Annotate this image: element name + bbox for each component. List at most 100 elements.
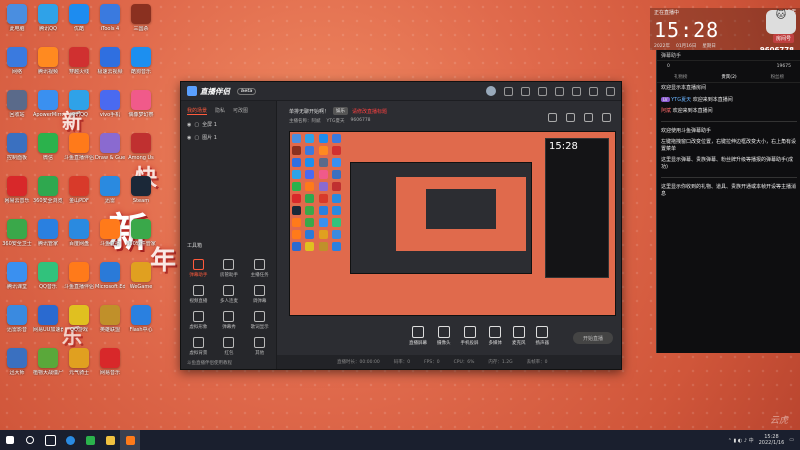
layout-icon[interactable] bbox=[584, 113, 593, 122]
desktop-icon[interactable]: 穿越火线 bbox=[64, 47, 94, 75]
start-stream-button[interactable]: 开始直播 bbox=[573, 332, 613, 344]
source-item[interactable]: ◉ ▢ 图片 1 bbox=[181, 131, 276, 144]
desktop-icon[interactable]: 斗鱼直播伴侣 bbox=[64, 262, 94, 290]
desktop-icon[interactable]: Flash中心 bbox=[126, 305, 156, 333]
desktop-icon[interactable]: 网易UU加速器 bbox=[33, 305, 63, 333]
desktop-icon[interactable]: WeGame bbox=[126, 262, 156, 290]
tab-vip[interactable]: 贵宾(2) bbox=[721, 74, 736, 80]
tool-item[interactable]: 弹幕助手 bbox=[183, 259, 214, 278]
taskbar-edge[interactable] bbox=[60, 430, 80, 450]
eye-icon[interactable]: ◉ bbox=[187, 122, 191, 128]
desktop-icon[interactable]: 此电脑 bbox=[2, 4, 32, 32]
menu-icon[interactable] bbox=[555, 86, 564, 96]
speaker-button[interactable]: 扬声器 bbox=[536, 326, 549, 346]
desktop-icon[interactable]: Among Us bbox=[126, 133, 156, 161]
media-source-button[interactable]: 多媒体 bbox=[489, 326, 502, 346]
skin-icon[interactable] bbox=[521, 86, 530, 96]
desktop-icon[interactable]: 植物大战僵尸 bbox=[33, 348, 63, 376]
desktop-icon[interactable]: ApowerMirror bbox=[33, 90, 63, 118]
tab-my-scene[interactable]: 我的场景 bbox=[187, 107, 208, 115]
desktop-icon[interactable]: 微信 bbox=[33, 133, 63, 161]
desktop-icon[interactable]: 网络 bbox=[2, 47, 32, 75]
desktop-icon[interactable]: 优酷 bbox=[64, 4, 94, 32]
tutorial-link[interactable]: 斗鱼直播伴侣使用教程 bbox=[187, 360, 232, 366]
desktop-icon[interactable]: 网易云音乐 bbox=[2, 176, 32, 204]
desktop-icon[interactable]: 腾讯QQ bbox=[33, 4, 63, 32]
desktop-icon[interactable]: 腾讯课堂 bbox=[2, 262, 32, 290]
phone-cast-button[interactable]: 手机投屏 bbox=[461, 326, 479, 346]
taskbar-wechat[interactable] bbox=[80, 430, 100, 450]
desktop-icon[interactable]: 腾讯视频 bbox=[33, 47, 63, 75]
desktop-icon[interactable]: QQ游戏 bbox=[64, 305, 94, 333]
desktop-icon[interactable]: 极速云视频 bbox=[95, 47, 125, 75]
desktop-icon[interactable]: 360安全浏览器 bbox=[33, 176, 63, 204]
room-title[interactable]: 单排无聊开始啊！ bbox=[289, 108, 329, 115]
tool-item[interactable]: 主播任务 bbox=[244, 259, 275, 278]
tool-item[interactable]: 视频直播 bbox=[183, 285, 214, 304]
tool-item[interactable]: 调弹幕 bbox=[244, 285, 275, 304]
tab-gift-rank[interactable]: 礼物榜 bbox=[674, 74, 688, 80]
desktop-icon[interactable]: 腾讯QQ bbox=[64, 90, 94, 118]
tab-privacy[interactable]: 隐私 bbox=[215, 107, 225, 115]
screenshot-icon[interactable] bbox=[566, 113, 575, 122]
desktop-icon[interactable]: Draw & Guess bbox=[95, 133, 125, 161]
minimize-icon[interactable] bbox=[572, 86, 581, 96]
tab-editable[interactable]: 可改图 bbox=[233, 107, 248, 115]
desktop-icon[interactable]: 英雄联盟 bbox=[95, 305, 125, 333]
close-icon[interactable] bbox=[606, 86, 615, 96]
user-name[interactable]: YTG夏天 bbox=[671, 97, 693, 103]
room-status[interactable]: 请修改直播标题 bbox=[352, 108, 387, 115]
lock-icon[interactable]: ▢ bbox=[194, 122, 199, 128]
maximize-icon[interactable] bbox=[589, 86, 598, 96]
microphone-button[interactable]: 麦克风 bbox=[512, 326, 526, 346]
desktop-icon[interactable]: 元气骑士 bbox=[64, 348, 94, 376]
tool-item[interactable]: 弹幕秀 bbox=[214, 311, 245, 330]
desktop-icon[interactable]: 控制面板 bbox=[2, 133, 32, 161]
screen-source-button[interactable]: 直播屏幕 bbox=[409, 326, 427, 346]
desktop-icon[interactable]: 回收站 bbox=[2, 90, 32, 118]
tab-fan-rank[interactable]: 粉丝榜 bbox=[771, 74, 785, 80]
tool-item[interactable]: 虚拟形象 bbox=[183, 311, 214, 330]
settings-icon[interactable] bbox=[538, 86, 547, 96]
desktop-icon[interactable]: 金山PDF bbox=[64, 176, 94, 204]
tool-item[interactable]: 歌词显示 bbox=[244, 311, 275, 330]
desktop-icon[interactable]: Steam bbox=[126, 176, 156, 204]
start-button[interactable] bbox=[0, 430, 20, 450]
tool-item[interactable]: 其他 bbox=[244, 337, 275, 356]
desktop-icon[interactable]: 斗鱼直播伴侣 bbox=[64, 133, 94, 161]
user-name[interactable]: 阿斌 bbox=[661, 108, 673, 114]
desktop-icon[interactable]: 偶像梦幻祭 bbox=[126, 90, 156, 118]
desktop-icon[interactable]: 网易音乐 bbox=[95, 348, 125, 376]
source-item[interactable]: ◉ ▢ 全屏 1 bbox=[181, 118, 276, 131]
search-button[interactable] bbox=[20, 430, 40, 450]
desktop-icon[interactable]: 三国杀 bbox=[126, 4, 156, 32]
avatar[interactable] bbox=[486, 86, 496, 96]
desktop-icon[interactable]: 腾讯管家 bbox=[33, 219, 63, 247]
room-category-tag[interactable]: 娱乐 bbox=[333, 107, 349, 115]
camera-source-button[interactable]: 摄像头 bbox=[437, 326, 451, 346]
tool-item[interactable]: 红包 bbox=[214, 337, 245, 356]
eye-icon[interactable]: ◉ bbox=[187, 135, 191, 141]
desktop-icon[interactable]: 360软件管家 bbox=[126, 219, 156, 247]
desktop-icon[interactable]: vivo手机 bbox=[95, 90, 125, 118]
desktop-icon[interactable]: 迅大师 bbox=[2, 348, 32, 376]
desktop-icon[interactable]: Microsoft Edge bbox=[95, 262, 125, 290]
desktop-icon[interactable]: 酷狗音乐 bbox=[126, 47, 156, 75]
desktop-icon[interactable]: 360安全卫士 bbox=[2, 219, 32, 247]
record-icon[interactable] bbox=[548, 113, 557, 122]
desktop-icon[interactable]: 迅雷 bbox=[95, 176, 125, 204]
desktop-icon[interactable]: 百度网盘 bbox=[64, 219, 94, 247]
message-icon[interactable] bbox=[504, 86, 513, 96]
taskbar-douyu[interactable] bbox=[120, 430, 140, 450]
lock-icon[interactable]: ▢ bbox=[194, 135, 199, 141]
desktop-icon[interactable]: 迅雷影音 bbox=[2, 305, 32, 333]
desktop-icon[interactable]: 斗鱼直播 bbox=[95, 219, 125, 247]
tool-item[interactable]: 多人连麦 bbox=[214, 285, 245, 304]
desktop-icon[interactable]: iTools 4 bbox=[95, 4, 125, 32]
notification-icon[interactable]: ▭ bbox=[789, 437, 794, 443]
tool-item[interactable]: 房管助手 bbox=[214, 259, 245, 278]
task-view-button[interactable] bbox=[40, 430, 60, 450]
tray-icons[interactable]: ⌃ ▮ ◐ ♪ 中 bbox=[728, 437, 754, 444]
taskbar-explorer[interactable] bbox=[100, 430, 120, 450]
desktop-icon[interactable]: QQ音乐 bbox=[33, 262, 63, 290]
